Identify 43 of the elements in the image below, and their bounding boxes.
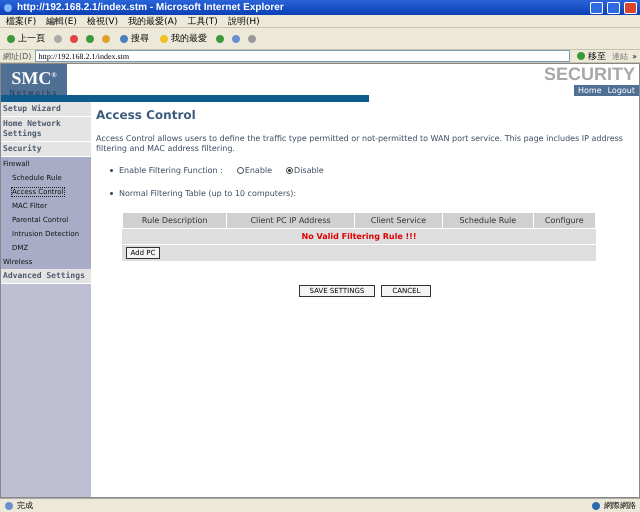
home-link[interactable]: Home	[578, 86, 602, 95]
status-text: 完成	[17, 500, 33, 511]
sidebar-section[interactable]: Home Network Settings	[1, 117, 91, 142]
zone-text: 網際網路	[604, 500, 636, 511]
logout-link[interactable]: Logout	[608, 86, 635, 95]
column-header: Client Service	[354, 212, 443, 228]
column-header: Client PC IP Address	[226, 212, 354, 228]
minimize-button[interactable]	[590, 2, 603, 14]
address-label: 網址(D)	[3, 50, 32, 62]
menu-item[interactable]: 檔案(F)	[6, 14, 36, 28]
radio-button[interactable]	[236, 167, 244, 174]
menu-item[interactable]: 編輯(E)	[46, 14, 77, 28]
address-field[interactable]: http://192.168.2.1/index.stm	[35, 50, 570, 62]
bullet-icon	[110, 169, 113, 172]
menu-item[interactable]: 檢視(V)	[86, 14, 118, 28]
page-title: Access Control	[96, 108, 197, 122]
column-header: Rule Description	[122, 212, 227, 228]
search-button[interactable]: 搜尋	[117, 32, 151, 45]
radio-button[interactable]	[286, 167, 294, 174]
favorites-button[interactable]: 我的最愛	[157, 32, 209, 45]
filter-label: Enable Filtering Function :	[119, 166, 223, 175]
radio-label: Enable	[244, 166, 272, 175]
back-button[interactable]: 上一頁	[4, 32, 47, 45]
table-label: Normal Filtering Table (up to 10 computers):	[119, 189, 296, 198]
close-button[interactable]	[624, 2, 637, 14]
menu-item[interactable]: 我的最愛(A)	[128, 14, 178, 28]
maximize-button[interactable]	[607, 2, 620, 14]
menu-item[interactable]: 工具(T)	[187, 14, 218, 28]
links-label[interactable]: 連結	[612, 50, 628, 62]
sidebar-section[interactable]: Setup Wizard	[1, 102, 91, 117]
more-chevron[interactable]: »	[632, 52, 637, 60]
go-button[interactable]: 移至	[574, 50, 608, 62]
radio-label: Disable	[294, 166, 324, 175]
sidebar-section[interactable]: Security	[1, 142, 91, 157]
bullet-icon	[110, 192, 113, 195]
empty-message: No Valid Filtering Rule !!!	[122, 228, 596, 244]
sidebar-section[interactable]: Advanced Settings	[1, 269, 91, 284]
description: Access Control allows users to define the traffic type permitted or not-permitted to WAN port service. This page includes IP address filtering and MAC address filtering.	[96, 134, 624, 154]
column-header: Configure	[533, 212, 596, 228]
window-title: http://192.168.2.1/index.stm - Microsoft Internet Explorer	[17, 2, 285, 13]
column-header: Schedule Rule	[442, 212, 534, 228]
product-title: SECURITY	[544, 64, 636, 84]
menu-item[interactable]: 說明(H)	[228, 14, 260, 28]
